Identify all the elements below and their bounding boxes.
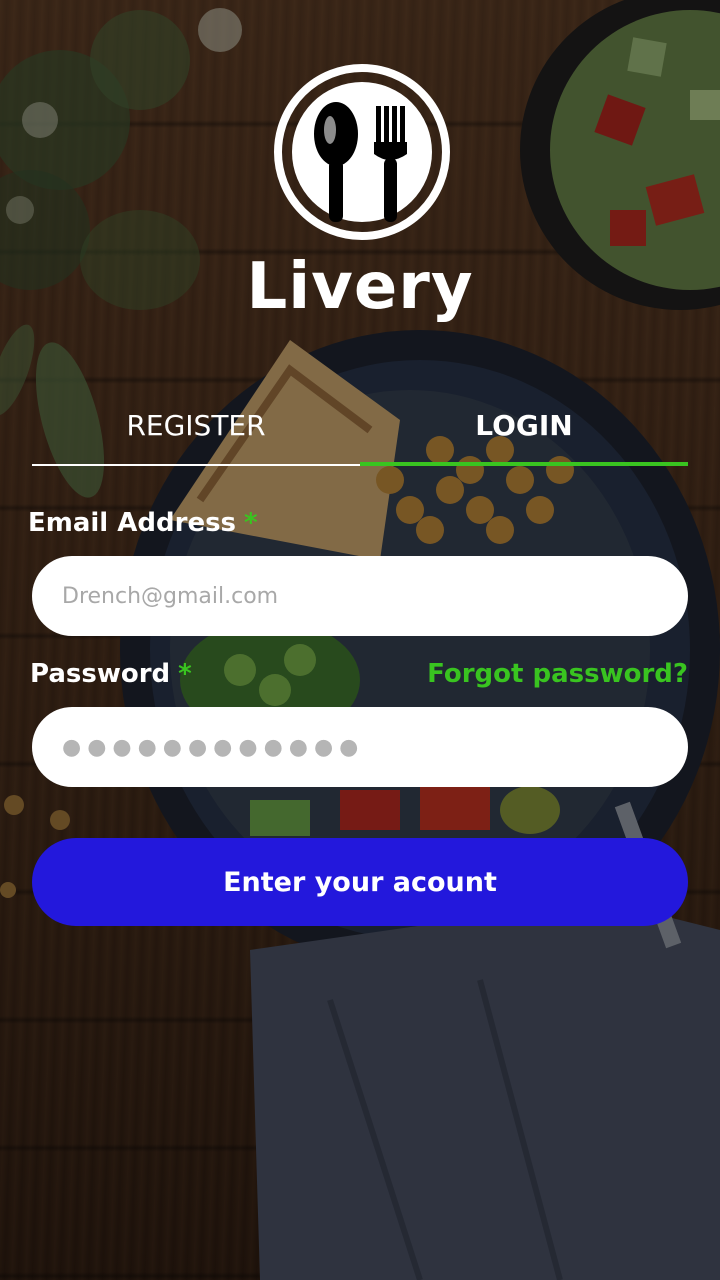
auth-tabs: REGISTER LOGIN [32,396,688,466]
tab-register[interactable]: REGISTER [32,396,360,466]
password-label: Password * [30,659,192,689]
password-masked-value: ●●●●●●●●●●●● [62,734,365,760]
tab-login[interactable]: LOGIN [360,396,688,466]
email-label-text: Email Address [28,508,237,538]
email-field[interactable] [32,556,688,636]
email-required-mark: * [244,508,258,538]
password-label-text: Password [30,659,171,689]
email-label: Email Address * [28,508,258,538]
password-field[interactable]: ●●●●●●●●●●●● [32,707,688,787]
enter-account-button[interactable]: Enter your acount [32,838,688,926]
forgot-password-link[interactable]: Forgot password? [427,659,688,689]
brand-name: Livery [246,250,474,324]
spoon-fork-icon [272,62,452,242]
password-required-mark: * [178,659,192,689]
